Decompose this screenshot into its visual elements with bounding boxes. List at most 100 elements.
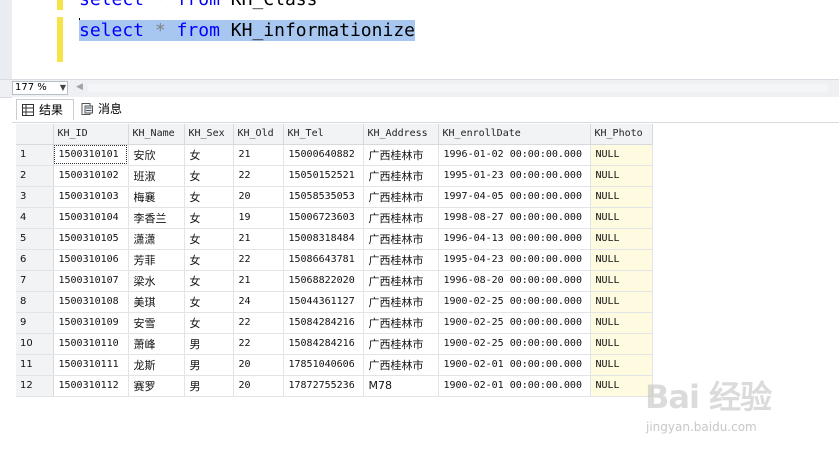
grid-cell[interactable]: 1500310112	[53, 375, 129, 397]
grid-cell[interactable]: 男	[184, 375, 234, 397]
grid-cell[interactable]: 女	[184, 291, 234, 313]
grid-cell[interactable]: 广西桂林市	[363, 312, 439, 334]
grid-cell[interactable]: 广西桂林市	[363, 186, 439, 208]
grid-cell[interactable]: 1900-02-25 00:00:00.000	[438, 291, 591, 313]
grid-cell[interactable]: 广西桂林市	[363, 333, 439, 355]
row-number-cell[interactable]: 1	[16, 144, 54, 166]
grid-cell[interactable]: 赛罗	[128, 375, 185, 397]
grid-cell[interactable]: 广西桂林市	[363, 207, 439, 229]
grid-cell[interactable]: 1500310106	[53, 249, 129, 271]
grid-cell[interactable]: 1500310103	[53, 186, 129, 208]
grid-cell[interactable]: 1500310104	[53, 207, 129, 229]
row-number-cell[interactable]: 6	[16, 249, 54, 271]
grid-cell[interactable]: 班淑	[128, 165, 185, 187]
grid-cell[interactable]: 17851040606	[283, 354, 364, 376]
code-line-2[interactable]: select * from KH_informationize	[79, 18, 415, 44]
table-row[interactable]: 6 1500310106 芳菲女 22 15086643781 广西桂林市 1995-04-…	[16, 249, 653, 271]
grid-cell[interactable]: 女	[184, 249, 234, 271]
table-row[interactable]: 3 1500310103 梅襄女 20 15058535053 广西桂林市 1997-04-…	[16, 186, 653, 208]
column-header[interactable]: KH_Name	[128, 124, 185, 145]
column-header[interactable]: KH_Sex	[184, 124, 234, 145]
grid-cell[interactable]: 芳菲	[128, 249, 185, 271]
grid-cell[interactable]: 1900-02-25 00:00:00.000	[438, 333, 591, 355]
grid-cell[interactable]: 22	[233, 312, 284, 334]
grid-cell[interactable]: 广西桂林市	[363, 228, 439, 250]
grid-cell[interactable]: NULL	[590, 249, 653, 271]
table-row[interactable]: 5 1500310105 潇潇女 21 15008318484 广西桂林市 1996-04-…	[16, 228, 653, 250]
grid-cell[interactable]: 15050152521	[283, 165, 364, 187]
grid-cell[interactable]: 1996-08-20 00:00:00.000	[438, 270, 591, 292]
row-number-cell[interactable]: 12	[16, 375, 54, 397]
grid-cell[interactable]: M78	[363, 375, 439, 397]
grid-cell[interactable]: 女	[184, 228, 234, 250]
grid-cell[interactable]: 15086643781	[283, 249, 364, 271]
grid-cell[interactable]: 广西桂林市	[363, 144, 439, 166]
code-line-1[interactable]: select * from KH_Class	[79, 0, 317, 13]
grid-cell[interactable]: 安雪	[128, 312, 185, 334]
column-header[interactable]: KH_Tel	[283, 124, 364, 145]
grid-cell[interactable]: 22	[233, 165, 284, 187]
grid-cell[interactable]: 1500310101	[53, 144, 129, 166]
grid-cell[interactable]: 广西桂林市	[363, 165, 439, 187]
grid-cell[interactable]: 1995-04-23 00:00:00.000	[438, 249, 591, 271]
grid-cell[interactable]: 男	[184, 354, 234, 376]
row-number-cell[interactable]: 8	[16, 291, 54, 313]
grid-cell[interactable]: 22	[233, 249, 284, 271]
column-header[interactable]: KH_enrollDate	[438, 124, 591, 145]
grid-cell[interactable]: 17872755236	[283, 375, 364, 397]
grid-cell[interactable]: 潇潇	[128, 228, 185, 250]
grid-cell[interactable]: 女	[184, 186, 234, 208]
selected-sql-text[interactable]: select * from KH_informationize	[79, 20, 415, 41]
tab-results[interactable]: 结果	[16, 99, 74, 120]
grid-cell[interactable]: 1500310110	[53, 333, 129, 355]
column-header[interactable]: KH_ID	[53, 124, 129, 145]
grid-cell[interactable]: NULL	[590, 186, 653, 208]
tab-messages[interactable]: 消息	[76, 99, 136, 120]
row-number-cell[interactable]: 5	[16, 228, 54, 250]
grid-cell[interactable]: 女	[184, 144, 234, 166]
grid-cell[interactable]: 21	[233, 228, 284, 250]
grid-cell[interactable]: 1996-04-13 00:00:00.000	[438, 228, 591, 250]
row-number-cell[interactable]: 4	[16, 207, 54, 229]
grid-cell[interactable]: 24	[233, 291, 284, 313]
grid-cell[interactable]: 1500310111	[53, 354, 129, 376]
sql-editor[interactable]: select * from KH_Class select * from KH_…	[0, 0, 839, 79]
grid-cell[interactable]: 梅襄	[128, 186, 185, 208]
grid-cell[interactable]: NULL	[590, 270, 653, 292]
grid-cell[interactable]: 1500310109	[53, 312, 129, 334]
grid-cell[interactable]: 萧峰	[128, 333, 185, 355]
table-row[interactable]: 10 1500310110 萧峰男 22 15084284216 广西桂林市 1900-02…	[16, 333, 653, 355]
grid-cell[interactable]: 1900-02-01 00:00:00.000	[438, 354, 591, 376]
grid-cell[interactable]: 女	[184, 270, 234, 292]
row-number-cell[interactable]: 3	[16, 186, 54, 208]
row-number-cell[interactable]: 10	[16, 333, 54, 355]
grid-cell[interactable]: NULL	[590, 165, 653, 187]
table-row[interactable]: 7 1500310107 梁水女 21 15068822020 广西桂林市 1996-08-…	[16, 270, 653, 292]
grid-cell[interactable]: 李香兰	[128, 207, 185, 229]
grid-cell[interactable]: NULL	[590, 207, 653, 229]
grid-cell[interactable]: NULL	[590, 354, 653, 376]
grid-cell[interactable]: 1900-02-01 00:00:00.000	[438, 375, 591, 397]
grid-cell[interactable]: NULL	[590, 228, 653, 250]
column-header[interactable]: KH_Address	[363, 124, 439, 145]
grid-cell[interactable]: 1995-01-23 00:00:00.000	[438, 165, 591, 187]
grid-cell[interactable]: 1500310105	[53, 228, 129, 250]
grid-cell[interactable]: 15008318484	[283, 228, 364, 250]
table-row[interactable]: 11 1500310111 龙斯男 20 17851040606 广西桂林市 1900-02…	[16, 354, 653, 376]
grid-cell[interactable]: 15084284216	[283, 312, 364, 334]
grid-cell[interactable]: 1900-02-25 00:00:00.000	[438, 312, 591, 334]
scroll-left-icon[interactable]: ◀	[76, 82, 83, 92]
grid-cell[interactable]: NULL	[590, 333, 653, 355]
row-number-cell[interactable]: 9	[16, 312, 54, 334]
grid-cell[interactable]: 龙斯	[128, 354, 185, 376]
grid-cell[interactable]: 19	[233, 207, 284, 229]
grid-cell[interactable]: 女	[184, 312, 234, 334]
column-header[interactable]: KH_Old	[233, 124, 284, 145]
grid-cell[interactable]: 20	[233, 354, 284, 376]
grid-cell[interactable]: 15000640882	[283, 144, 364, 166]
results-grid[interactable]: KH_ID KH_Name KH_Sex KH_Old KH_Tel KH_Ad…	[12, 122, 839, 449]
table-row[interactable]: 9 1500310109 安雪女 22 15084284216 广西桂林市 1900-02-…	[16, 312, 653, 334]
grid-cell[interactable]: 女	[184, 207, 234, 229]
chevron-down-icon[interactable]: ▼	[60, 82, 66, 94]
grid-cell[interactable]: 21	[233, 270, 284, 292]
